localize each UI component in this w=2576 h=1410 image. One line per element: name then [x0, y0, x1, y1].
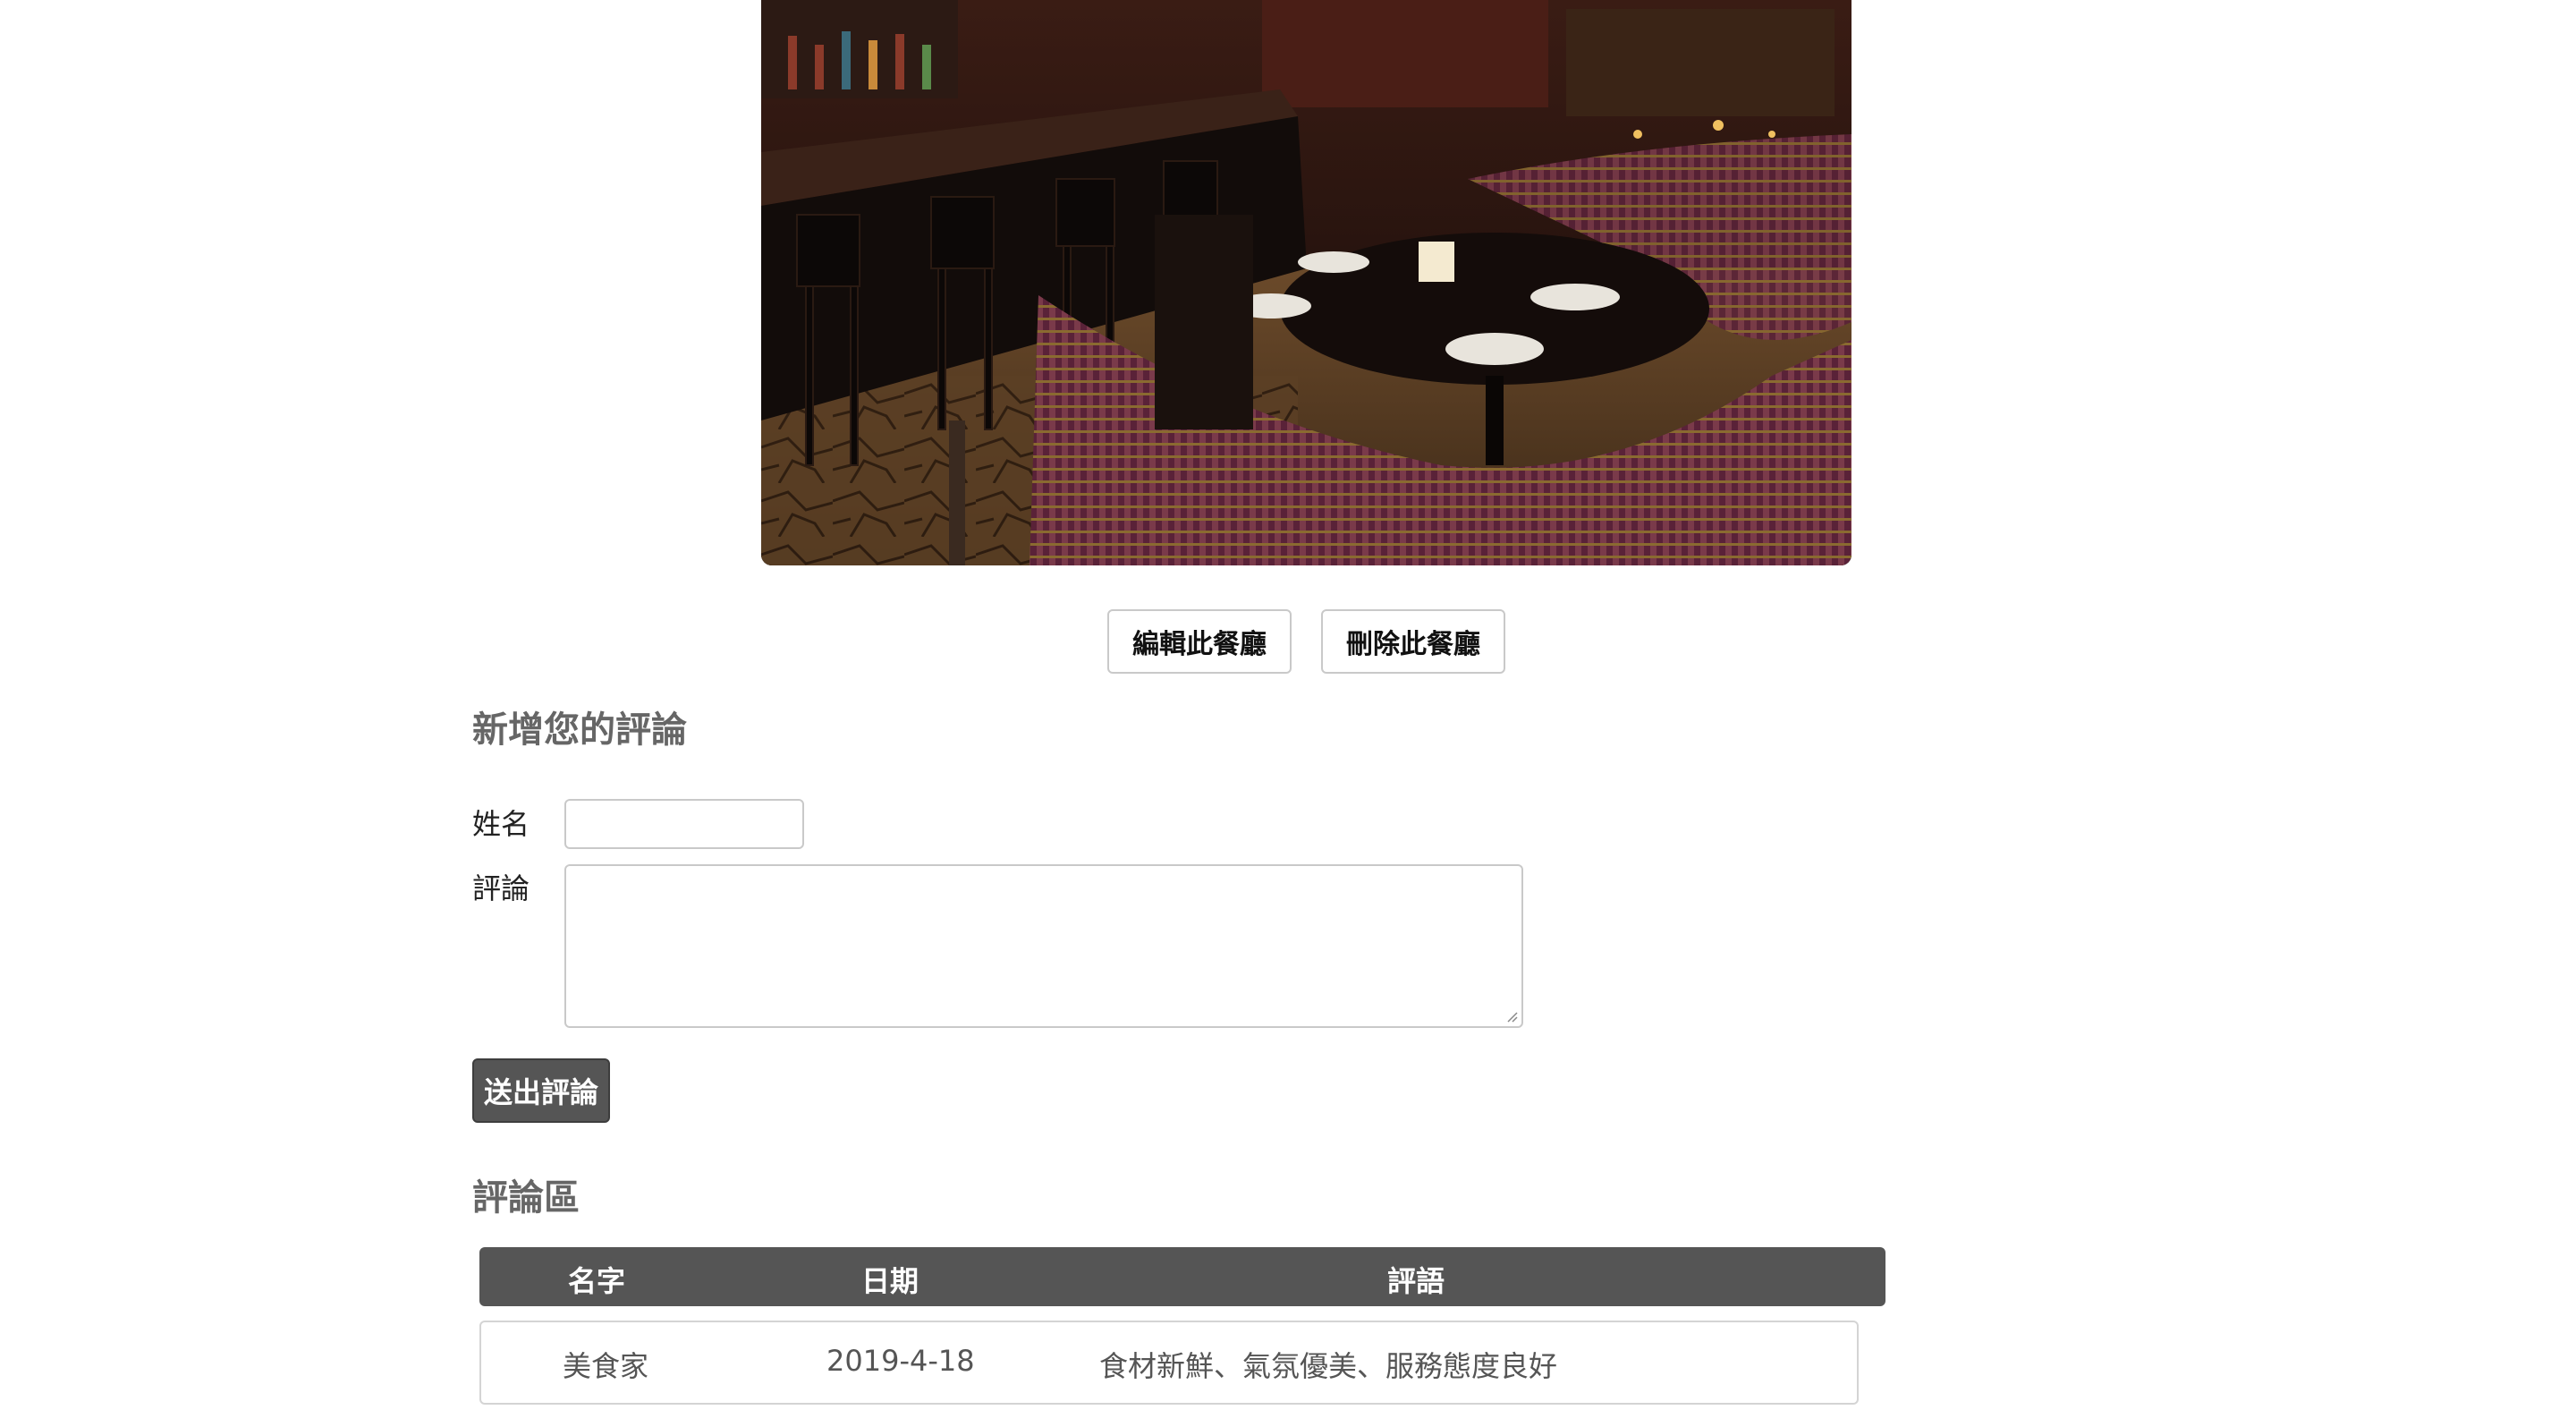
- delete-restaurant-button[interactable]: 刪除此餐廳: [1321, 609, 1505, 674]
- column-header-date: 日期: [861, 1264, 919, 1298]
- review-date: 2019-4-18: [826, 1344, 975, 1378]
- review-author: 美食家: [563, 1349, 649, 1383]
- name-label: 姓名: [472, 807, 530, 841]
- column-header-name: 名字: [568, 1264, 626, 1298]
- edit-restaurant-button[interactable]: 編輯此餐廳: [1107, 609, 1292, 674]
- add-review-title: 新增您的評論: [472, 709, 687, 751]
- resize-handle-icon[interactable]: [1504, 1008, 1518, 1023]
- review-comment: 食材新鮮、氣氛優美、服務態度良好: [1099, 1349, 1558, 1383]
- submit-review-button[interactable]: 送出評論: [472, 1058, 610, 1123]
- reviews-section-title: 評論區: [472, 1177, 580, 1219]
- column-header-review: 評語: [1387, 1264, 1445, 1298]
- restaurant-photo: [761, 0, 1852, 565]
- restaurant-photo-illustration: [761, 0, 1852, 565]
- name-input[interactable]: [564, 799, 804, 849]
- reviews-table-header: 名字 日期 評語: [479, 1247, 1885, 1306]
- table-row: 美食家 2019-4-18 食材新鮮、氣氛優美、服務態度良好: [479, 1321, 1859, 1405]
- comment-label: 評論: [472, 871, 530, 905]
- restaurant-detail-page: 編輯此餐廳 刪除此餐廳 新增您的評論 姓名 評論 送出評論 評論區 名字 日期 …: [0, 0, 2576, 1410]
- comment-textarea[interactable]: [564, 864, 1523, 1028]
